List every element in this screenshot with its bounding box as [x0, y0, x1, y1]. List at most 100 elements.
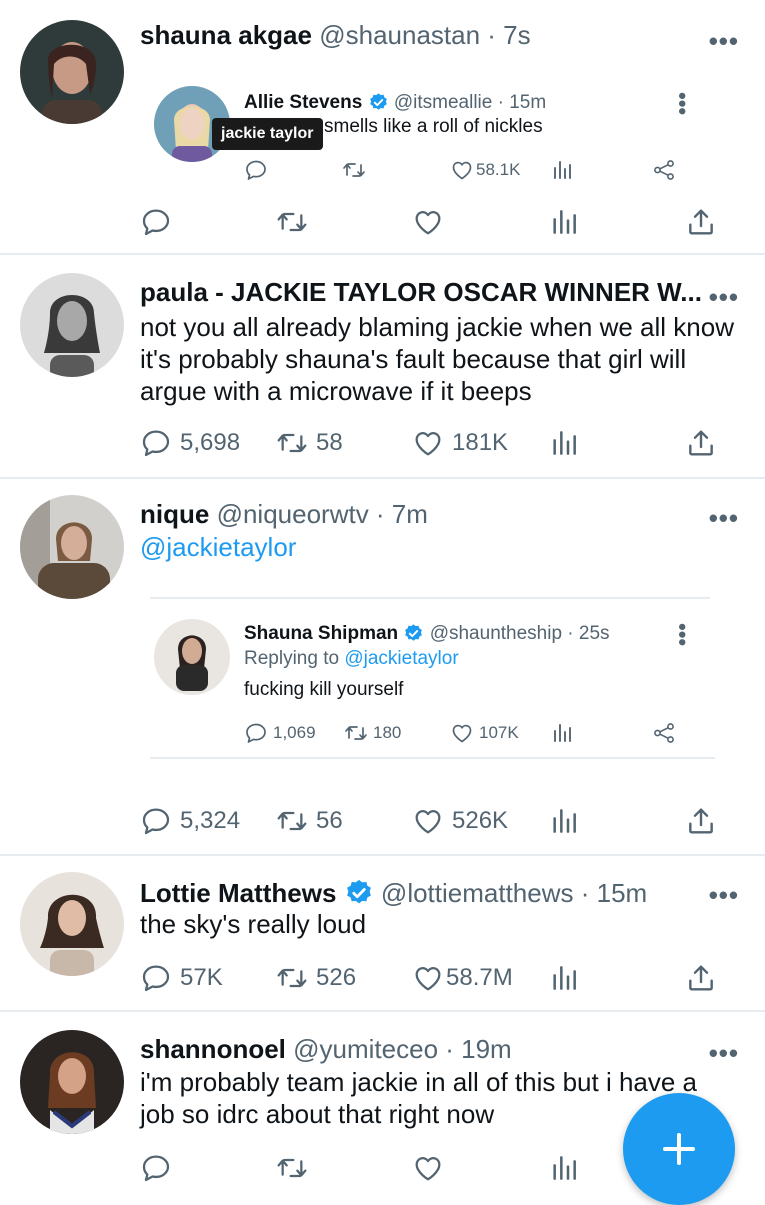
verified-badge-icon [344, 878, 374, 908]
tweet-actions: 57K 526 58.7M [140, 962, 730, 1002]
quoted-reply-count: 1,069 [273, 723, 316, 742]
avatar[interactable] [20, 495, 124, 599]
retweet-button[interactable] [276, 206, 308, 238]
reply-count: 5,698 [180, 429, 241, 456]
tweet-header: shauna akgae @shaunastan · 7s [140, 20, 705, 51]
more-options-icon[interactable]: ••• [709, 505, 739, 531]
reply-count: 5,324 [180, 807, 241, 834]
quoted-display-name[interactable]: Allie Stevens [244, 92, 362, 113]
tweet[interactable]: paula - JACKIE TAYLOR OSCAR WINNER W... … [0, 255, 765, 479]
tweet-header: paula - JACKIE TAYLOR OSCAR WINNER W... [140, 277, 707, 308]
quoted-more-options-icon[interactable]: ••• [670, 92, 695, 115]
reply-button[interactable] [140, 1152, 172, 1184]
like-button[interactable]: 526K [412, 805, 508, 837]
retweet-button[interactable]: 526 [276, 962, 356, 994]
quoted-like-count: 58.1K [476, 160, 521, 179]
quoted-display-name[interactable]: Shauna Shipman [244, 623, 398, 644]
like-button[interactable] [412, 206, 444, 238]
quoted-actions: 1,069 180 107K [244, 721, 704, 751]
reply-button[interactable]: 57K [140, 962, 223, 994]
tweet[interactable]: shauna akgae @shaunastan · 7s ••• Allie … [0, 0, 765, 255]
tweet-actions: 5,698 58 181K [140, 427, 730, 467]
retweet-count: 526 [316, 964, 357, 991]
reply-button[interactable]: 5,324 [140, 805, 240, 837]
more-options-icon[interactable]: ••• [709, 882, 739, 908]
retweet-button[interactable]: 58 [276, 427, 343, 459]
replying-to-link[interactable]: @jackietaylor [344, 648, 458, 669]
verified-badge-icon [368, 92, 389, 113]
quoted-handle-time[interactable]: @itsmeallie · 15m [394, 92, 546, 113]
tweet-header: nique @niqueorwtv · 7m [140, 499, 705, 530]
quoted-like-button[interactable]: 58.1K [450, 158, 520, 182]
tweet-header: Lottie Matthews @lottiematthews · 15m [140, 878, 705, 909]
share-button[interactable] [685, 427, 717, 459]
like-count: 526K [452, 807, 509, 834]
quoted-actions: 58.1K [244, 158, 704, 188]
handle-time[interactable]: @lottiematthews · 15m [381, 878, 647, 908]
retweet-count: 56 [316, 807, 343, 834]
share-button[interactable] [685, 962, 717, 994]
display-name[interactable]: Lottie Matthews [140, 878, 336, 908]
display-name[interactable]: shannonoel [140, 1034, 286, 1064]
quoted-reply-button[interactable] [244, 158, 268, 182]
compose-tweet-button[interactable] [623, 1093, 735, 1205]
mention-link[interactable]: @jackietaylor [140, 531, 735, 563]
tweet-actions: 5,324 56 526K [140, 805, 730, 845]
like-button[interactable] [412, 1152, 444, 1184]
tweet-header: shannonoel @yumiteceo · 19m [140, 1034, 705, 1065]
like-button[interactable]: 58.7M [412, 962, 513, 994]
quoted-reply-button[interactable]: 1,069 [244, 721, 316, 745]
like-button[interactable]: 181K [412, 427, 508, 459]
replying-to-label: Replying to [244, 648, 345, 669]
quoted-header: Allie Stevens @itsmeallie · 15m [244, 92, 546, 114]
quoted-stats-button[interactable] [550, 721, 574, 745]
retweet-button[interactable]: 56 [276, 805, 343, 837]
more-options-icon[interactable]: ••• [709, 1040, 739, 1066]
more-options-icon[interactable]: ••• [709, 28, 739, 54]
tweet[interactable]: nique @niqueorwtv · 7m ••• @jackietaylor… [0, 479, 765, 856]
avatar[interactable] [20, 872, 124, 976]
reply-count: 57K [180, 964, 223, 991]
quoted-like-button[interactable]: 107K [450, 721, 519, 745]
handle-time[interactable]: @yumiteceo · 19m [293, 1034, 512, 1064]
quoted-handle-time[interactable]: @shauntheship · 25s [430, 623, 610, 644]
stats-button[interactable] [548, 427, 580, 459]
quoted-stats-button[interactable] [550, 158, 574, 182]
quoted-share-button[interactable] [652, 721, 676, 745]
quoted-text: smells like a roll of nickles [324, 116, 543, 137]
display-name[interactable]: shauna akgae [140, 20, 312, 50]
quoted-retweet-button[interactable]: 180 [344, 721, 401, 745]
retweet-count: 58 [316, 429, 343, 456]
more-options-icon[interactable]: ••• [709, 284, 739, 310]
avatar[interactable] [20, 273, 124, 377]
stats-button[interactable] [548, 1152, 580, 1184]
reply-button[interactable]: 5,698 [140, 427, 240, 459]
tweet[interactable]: Lottie Matthews @lottiematthews · 15m ••… [0, 856, 765, 1012]
display-name[interactable]: nique [140, 499, 209, 529]
stats-button[interactable] [548, 206, 580, 238]
verified-badge-icon [403, 623, 424, 644]
avatar[interactable] [20, 1030, 124, 1134]
stats-button[interactable] [548, 962, 580, 994]
share-button[interactable] [685, 206, 717, 238]
reply-button[interactable] [140, 206, 172, 238]
quoted-more-options-icon[interactable]: ••• [670, 623, 695, 646]
retweet-button[interactable] [276, 1152, 308, 1184]
quoted-share-button[interactable] [652, 158, 676, 182]
avatar[interactable] [20, 20, 124, 124]
handle-time[interactable]: @shaunastan · 7s [319, 20, 530, 50]
handle-time[interactable]: @niqueorwtv · 7m [217, 499, 428, 529]
display-name[interactable]: paula - JACKIE TAYLOR OSCAR WINNER W... [140, 277, 702, 307]
like-count: 181K [452, 429, 509, 456]
quoted-text: fucking kill yourself [244, 679, 404, 700]
share-button[interactable] [685, 805, 717, 837]
tweet-actions [140, 206, 730, 246]
stats-button[interactable] [548, 805, 580, 837]
plus-icon [663, 1133, 695, 1165]
replying-to: Replying to @jackietaylor [244, 648, 459, 670]
tweet-text: not you all already blaming jackie when … [140, 312, 734, 406]
quoted-avatar[interactable] [154, 619, 230, 695]
quote-divider-top [150, 597, 710, 599]
quoted-retweet-button[interactable] [342, 158, 366, 182]
quoted-tweet[interactable]: Shauna Shipman @shauntheship · 25s ••• R… [150, 619, 710, 759]
